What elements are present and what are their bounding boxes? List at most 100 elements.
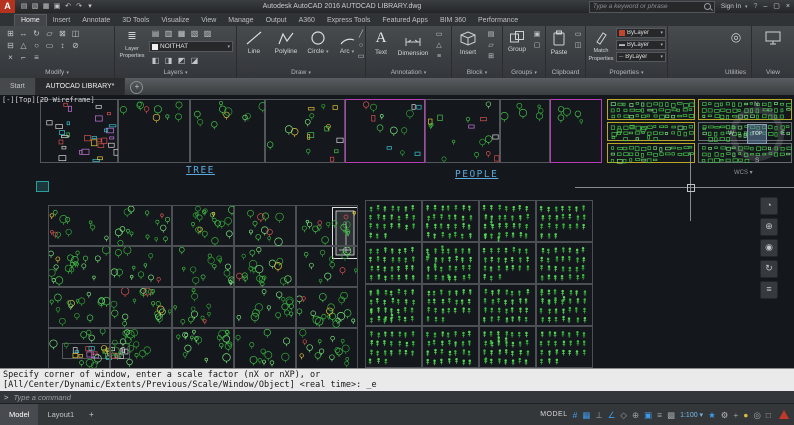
annotation-tool-icon-0[interactable]: ▭ [434, 29, 444, 40]
modify-tool-icon-2[interactable]: ↻ [30, 28, 43, 40]
redo-icon[interactable]: ↷ [74, 0, 84, 13]
annotation-visibility-icon[interactable]: ★ [708, 405, 716, 425]
group-button[interactable]: Group [505, 27, 529, 67]
modify-tool-icon-11[interactable]: ⊘ [69, 40, 82, 52]
layer-properties-button[interactable]: ≣ Layer Properties [117, 28, 147, 68]
snap-icon[interactable]: ▦ [582, 405, 590, 425]
annotation-scale-button[interactable]: 1:100 ▾ [680, 411, 703, 419]
modify-tool-icon-8[interactable]: ○ [30, 40, 43, 52]
layer-tool-icon-2[interactable]: ▦ [175, 28, 188, 40]
group-tool-icon-0[interactable]: ▣ [532, 29, 542, 40]
drawing-area[interactable]: [-][Top][2D Wireframe] N W E S TOP WCS ▾… [0, 95, 794, 368]
panel-label-block[interactable]: Block ▾ [452, 68, 502, 78]
viewcube[interactable]: N W E S TOP [726, 101, 788, 165]
draw-tool-icon-1[interactable]: ○ [356, 40, 366, 51]
maximize-button[interactable]: ▢ [773, 0, 780, 13]
close-button[interactable]: × [786, 0, 790, 13]
minimize-button[interactable]: – [763, 0, 767, 13]
modify-tool-icon-5[interactable]: ◫ [69, 28, 82, 40]
autocad-logo-icon[interactable]: A [0, 0, 15, 13]
search-icon[interactable] [703, 3, 711, 10]
layer-tool-icon-3[interactable]: ▧ [188, 28, 201, 40]
plot-icon[interactable]: ▣ [52, 0, 62, 13]
utilities-button[interactable]: ◎ [722, 27, 750, 67]
navigation-wheel-icon[interactable]: ◔ [760, 197, 778, 215]
modify-tool-icon-10[interactable]: ↕ [56, 40, 69, 52]
isometric-drafting-icon[interactable]: ◇ [620, 405, 627, 425]
ribbon-tab-view[interactable]: View [195, 15, 222, 26]
layer-tool-icon-0[interactable]: ▤ [149, 28, 162, 40]
layer-state-icon-2[interactable]: ◩ [175, 55, 188, 67]
object-snap-icon[interactable]: ▣ [644, 405, 652, 425]
clean-screen-icon[interactable]: □ [766, 405, 771, 425]
ribbon-tab-a360[interactable]: A360 [293, 15, 321, 26]
help-icon[interactable]: ? [753, 3, 757, 10]
object-color-dropdown[interactable]: ByLayer ▾ [616, 28, 666, 38]
panel-label-modify[interactable]: Modify ▾ [0, 68, 114, 78]
ribbon-tab-bim-360[interactable]: BIM 360 [434, 15, 472, 26]
clipboard-tool-icon-1[interactable]: ◫ [573, 40, 583, 51]
panel-label-view[interactable]: View [752, 68, 794, 78]
annotation-monitor-icon[interactable]: + [733, 405, 738, 425]
object-snap-tracking-icon[interactable]: ⊕ [632, 405, 639, 425]
ortho-icon[interactable]: ⊥ [595, 405, 602, 425]
layout-tab-model[interactable]: Model [0, 404, 39, 425]
ribbon-tab-3d-tools[interactable]: 3D Tools [116, 15, 155, 26]
search-input[interactable]: Type a keyword or phrase [593, 3, 701, 10]
search-box[interactable]: Type a keyword or phrase [588, 0, 715, 13]
panel-label-clipboard[interactable]: Clipboard [546, 68, 585, 78]
layer-tool-icon-4[interactable]: ▨ [201, 28, 214, 40]
annotation-tool-icon-2[interactable]: ≡ [434, 51, 444, 62]
annotation-tool-icon-1[interactable]: △ [434, 40, 444, 51]
modify-tool-icon-7[interactable]: △ [17, 40, 30, 52]
grid-icon[interactable]: # [573, 405, 578, 425]
qat-dropdown-icon[interactable]: ▾ [85, 0, 95, 13]
modify-tool-icon-13[interactable]: ⌐ [17, 52, 30, 64]
insert-button[interactable]: Insert [454, 27, 482, 67]
group-tool-icon-1[interactable]: ▢ [532, 40, 542, 51]
text-button[interactable]: A Text [368, 27, 394, 67]
lineweight-icon[interactable]: ≡ [657, 405, 662, 425]
polar-tracking-icon[interactable]: ∠ [608, 405, 616, 425]
layer-state-icon-3[interactable]: ◪ [188, 55, 201, 67]
panel-label-layers[interactable]: Layers ▾ [115, 68, 236, 78]
circle-button[interactable]: Circle ▾ [303, 27, 333, 67]
draw-tool-icon-2[interactable]: ▭ [356, 51, 366, 62]
line-button[interactable]: Line [239, 27, 269, 67]
file-tab-start[interactable]: Start [0, 78, 36, 95]
ribbon-tab-home[interactable]: Home [14, 14, 47, 26]
wcs-dropdown[interactable]: WCS ▾ [734, 169, 753, 176]
dimension-button[interactable]: Dimension [396, 27, 430, 67]
ribbon-tab-manage[interactable]: Manage [222, 15, 259, 26]
workspace-gear-icon[interactable]: ⚙ [721, 405, 729, 425]
lineweight-dropdown[interactable]: ▬ ByLayer ▾ [616, 40, 666, 50]
paste-button[interactable]: Paste [548, 27, 570, 67]
modify-tool-icon-12[interactable]: × [4, 52, 17, 64]
block-tool-icon-0[interactable]: ▤ [486, 29, 496, 40]
layer-tool-icon-1[interactable]: ▥ [162, 28, 175, 40]
command-input[interactable]: > Type a command [0, 391, 794, 403]
viewport-controls[interactable]: [-][Top][2D Wireframe] [2, 96, 95, 104]
new-layout-button[interactable]: + [83, 404, 100, 425]
linetype-dropdown[interactable]: ─ ByLayer ▾ [616, 52, 666, 62]
isolate-objects-icon[interactable]: ● [743, 405, 748, 425]
ribbon-tab-featured-apps[interactable]: Featured Apps [376, 15, 434, 26]
panel-label-properties[interactable]: Properties ▾ [586, 68, 667, 78]
new-drawing-tab-button[interactable]: + [130, 81, 144, 94]
modify-tool-icon-0[interactable]: ⊞ [4, 28, 17, 40]
modify-tool-icon-3[interactable]: ▱ [43, 28, 56, 40]
panel-label-utilities[interactable]: Utilities [720, 68, 751, 78]
ribbon-tab-output[interactable]: Output [260, 15, 293, 26]
transparency-icon[interactable]: ▩ [667, 405, 675, 425]
modify-tool-icon-9[interactable]: ▭ [43, 40, 56, 52]
ribbon-tab-visualize[interactable]: Visualize [155, 15, 195, 26]
draw-tool-icon-0[interactable]: ╱ [356, 29, 366, 40]
match-properties-button[interactable]: Match Properties [588, 27, 614, 67]
block-tool-icon-2[interactable]: ⊞ [486, 51, 496, 62]
file-tab-autocad-library[interactable]: AUTOCAD LIBRARY* [35, 78, 126, 95]
panel-label-draw[interactable]: Draw ▾ [237, 68, 365, 78]
clipboard-tool-icon-0[interactable]: ▭ [573, 29, 583, 40]
open-file-icon[interactable]: ▧ [30, 0, 40, 13]
sign-in-button[interactable]: Sign In ▾ [721, 3, 748, 10]
layer-state-icon-1[interactable]: ◨ [162, 55, 175, 67]
